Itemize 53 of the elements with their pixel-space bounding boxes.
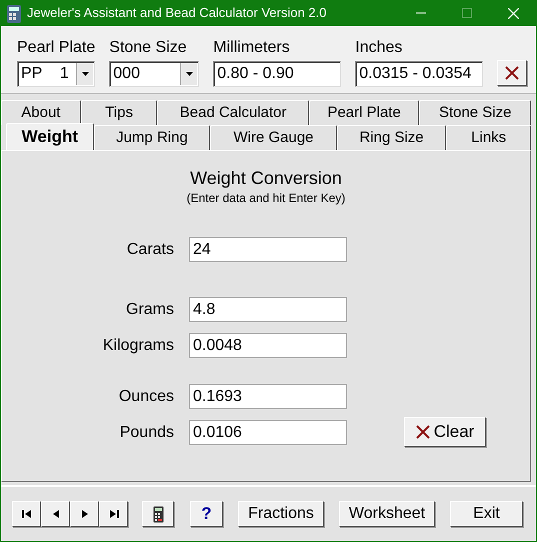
input-field[interactable]: 24 [189,237,347,262]
close-icon [505,66,520,80]
maximize-icon [462,8,472,18]
app-icon [7,3,21,23]
field-label: Stone Size [109,39,188,57]
input-field[interactable]: 0.0048 [189,333,347,358]
minimize-icon [416,12,426,14]
tab[interactable]: Tips [80,100,158,125]
first-record-button[interactable] [12,501,41,527]
last-record-button[interactable] [99,501,128,527]
calculator-button[interactable] [142,501,174,527]
panel-subtitle: (Enter data and hit Enter Key) [186,190,346,207]
tab[interactable]: Links [446,125,531,150]
input-field[interactable]: 4.8 [189,297,347,322]
field-label: Inches [355,39,404,57]
tab[interactable]: About [1,100,81,125]
tab[interactable]: Ring Size [336,125,446,150]
field-label: Ounces [118,386,174,406]
calculator-icon [152,506,164,522]
tab[interactable]: Jump Ring [94,125,210,150]
close-icon [416,425,430,439]
field-label: Millimeters [213,39,291,57]
input-field[interactable]: 0.1693 [189,384,347,409]
skip-forward-icon [108,509,118,519]
clear-button[interactable] [497,60,528,86]
clear-button[interactable]: Clear [404,417,486,447]
tab[interactable]: Wire Gauge [210,125,337,150]
toolbar-button[interactable]: Worksheet [339,501,435,527]
field-label: Pearl Plate [17,39,96,57]
field-label: Kilograms [102,336,174,356]
back-icon [50,509,60,519]
close-icon [508,8,518,18]
input-field[interactable]: 0.0106 [189,420,347,445]
toolbar-button[interactable]: Fractions [238,501,324,527]
field-label: Carats [126,240,174,260]
dropdown[interactable]: 000 [109,61,200,87]
field-label: Grams [125,300,174,320]
tab[interactable]: Bead Calculator [157,100,309,125]
forward-icon [80,509,90,519]
next-record-button[interactable] [70,501,99,527]
panel-title: Weight Conversion [190,167,342,189]
tab[interactable]: Pearl Plate [308,100,420,125]
toolbar-button[interactable]: Exit [450,501,523,527]
previous-record-button[interactable] [41,501,70,527]
help-button[interactable]: ? [190,501,223,527]
window-title: Jeweler's Assistant and Bead Calculator Version 2.0 [27,4,328,22]
tab[interactable]: Weight [6,123,94,150]
skip-back-icon [22,509,32,519]
field-label: Pounds [118,422,174,442]
dropdown[interactable]: PP 1 [17,61,95,87]
text-field[interactable]: 0.0315 - 0.0354 [355,61,484,87]
tab[interactable]: Stone Size [419,100,531,125]
text-field[interactable]: 0.80 - 0.90 [213,61,342,87]
